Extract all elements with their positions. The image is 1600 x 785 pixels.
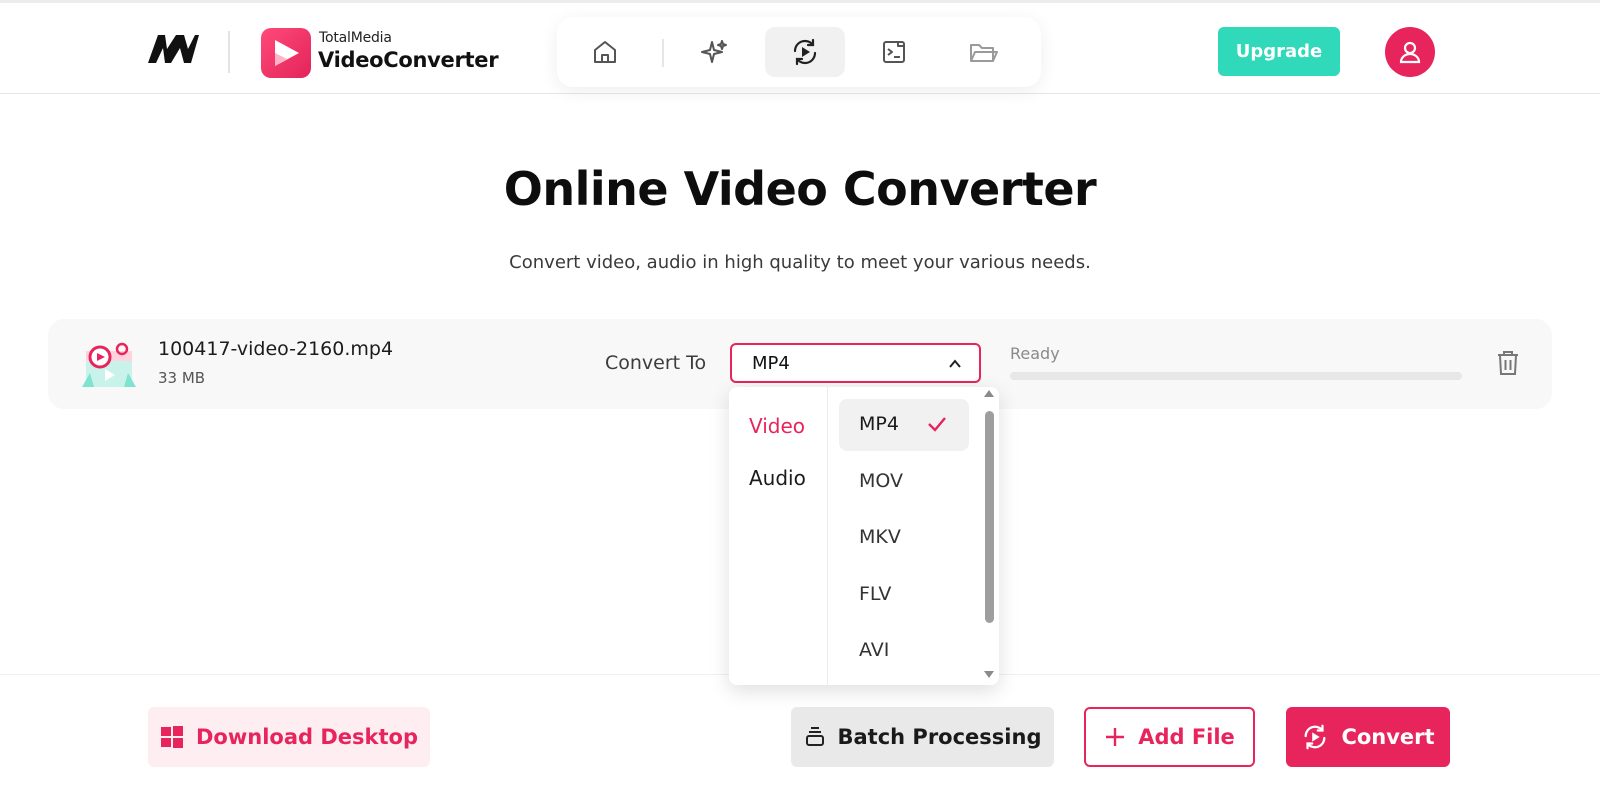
top-header: TotalMedia VideoConverter Upgrade <box>0 0 1600 94</box>
check-icon <box>928 417 946 432</box>
scrollbar-thumb[interactable] <box>985 411 994 623</box>
format-option-label: AVI <box>859 639 890 661</box>
format-option-label: MKV <box>859 526 901 548</box>
tool-nav-bar <box>557 17 1041 87</box>
scroll-up-arrow-icon[interactable] <box>982 387 996 399</box>
user-avatar[interactable] <box>1385 27 1435 77</box>
format-dropdown: Video Audio MP4 MOV MKV FLV AVI <box>729 387 999 685</box>
file-name: 100417-video-2160.mp4 <box>158 338 394 360</box>
convert-icon <box>1304 724 1326 750</box>
scroll-down-arrow-icon[interactable] <box>982 669 996 681</box>
convert-icon <box>793 38 817 66</box>
video-file-icon <box>82 342 136 387</box>
plus-icon <box>1106 728 1125 746</box>
nav-ai-tools[interactable] <box>674 27 754 77</box>
page-subtitle: Convert video, audio in high quality to … <box>509 252 1091 273</box>
folder-icon <box>970 44 998 62</box>
home-icon <box>594 41 616 63</box>
format-option-mp4[interactable]: MP4 <box>839 399 969 451</box>
brand-top-text: TotalMedia <box>319 30 392 46</box>
stack-icon <box>805 727 824 746</box>
format-option-avi[interactable]: AVI <box>839 625 969 677</box>
convert-button[interactable]: Convert <box>1286 707 1450 767</box>
trash-icon[interactable] <box>1495 349 1521 377</box>
user-icon <box>1399 41 1421 64</box>
format-option-mkv[interactable]: MKV <box>839 512 969 564</box>
image-edit-icon <box>883 41 905 63</box>
sparkle-icon <box>701 40 727 63</box>
page-title: Online Video Converter <box>503 162 1097 216</box>
nav-files[interactable] <box>943 27 1023 77</box>
download-desktop-button[interactable]: Download Desktop <box>148 707 430 767</box>
selected-format: MP4 <box>752 353 790 374</box>
nav-separator <box>662 39 664 67</box>
format-option-mov[interactable]: MOV <box>839 456 969 508</box>
chevron-up-icon <box>949 359 961 368</box>
nav-home[interactable] <box>565 27 645 77</box>
progress-bar <box>1010 372 1462 380</box>
batch-processing-button[interactable]: Batch Processing <box>791 707 1054 767</box>
format-option-label: MOV <box>859 470 904 492</box>
add-file-button[interactable]: Add File <box>1084 707 1255 767</box>
brand-name: VideoConverter <box>318 48 499 72</box>
logo-divider <box>228 31 230 73</box>
add-file-label: Add File <box>1138 725 1235 749</box>
format-options: MP4 MOV MKV FLV AVI <box>829 387 979 685</box>
nav-converter[interactable] <box>765 27 845 77</box>
format-option-flv[interactable]: FLV <box>839 569 969 621</box>
convert-label: Convert <box>1341 725 1435 749</box>
format-categories: Video Audio <box>729 387 828 685</box>
convert-to-label: Convert To <box>605 352 707 374</box>
download-desktop-label: Download Desktop <box>196 725 418 749</box>
batch-processing-label: Batch Processing <box>837 725 1042 749</box>
upgrade-button[interactable]: Upgrade <box>1218 27 1340 76</box>
category-video[interactable]: Video <box>749 414 805 438</box>
format-select[interactable]: MP4 <box>730 343 981 383</box>
windows-icon <box>161 726 183 748</box>
nav-image-tools[interactable] <box>854 27 934 77</box>
format-option-label: MP4 <box>859 413 899 435</box>
status-text: Ready <box>1010 344 1060 363</box>
dropdown-scrollbar[interactable] <box>982 387 996 685</box>
app-logo-icon[interactable] <box>261 28 311 78</box>
format-option-label: FLV <box>859 583 892 605</box>
file-size: 33 MB <box>158 369 206 387</box>
tm-logo-icon[interactable] <box>146 31 200 65</box>
bottom-toolbar: Download Desktop Batch Processing Add Fi… <box>0 674 1600 785</box>
category-audio[interactable]: Audio <box>749 466 806 490</box>
